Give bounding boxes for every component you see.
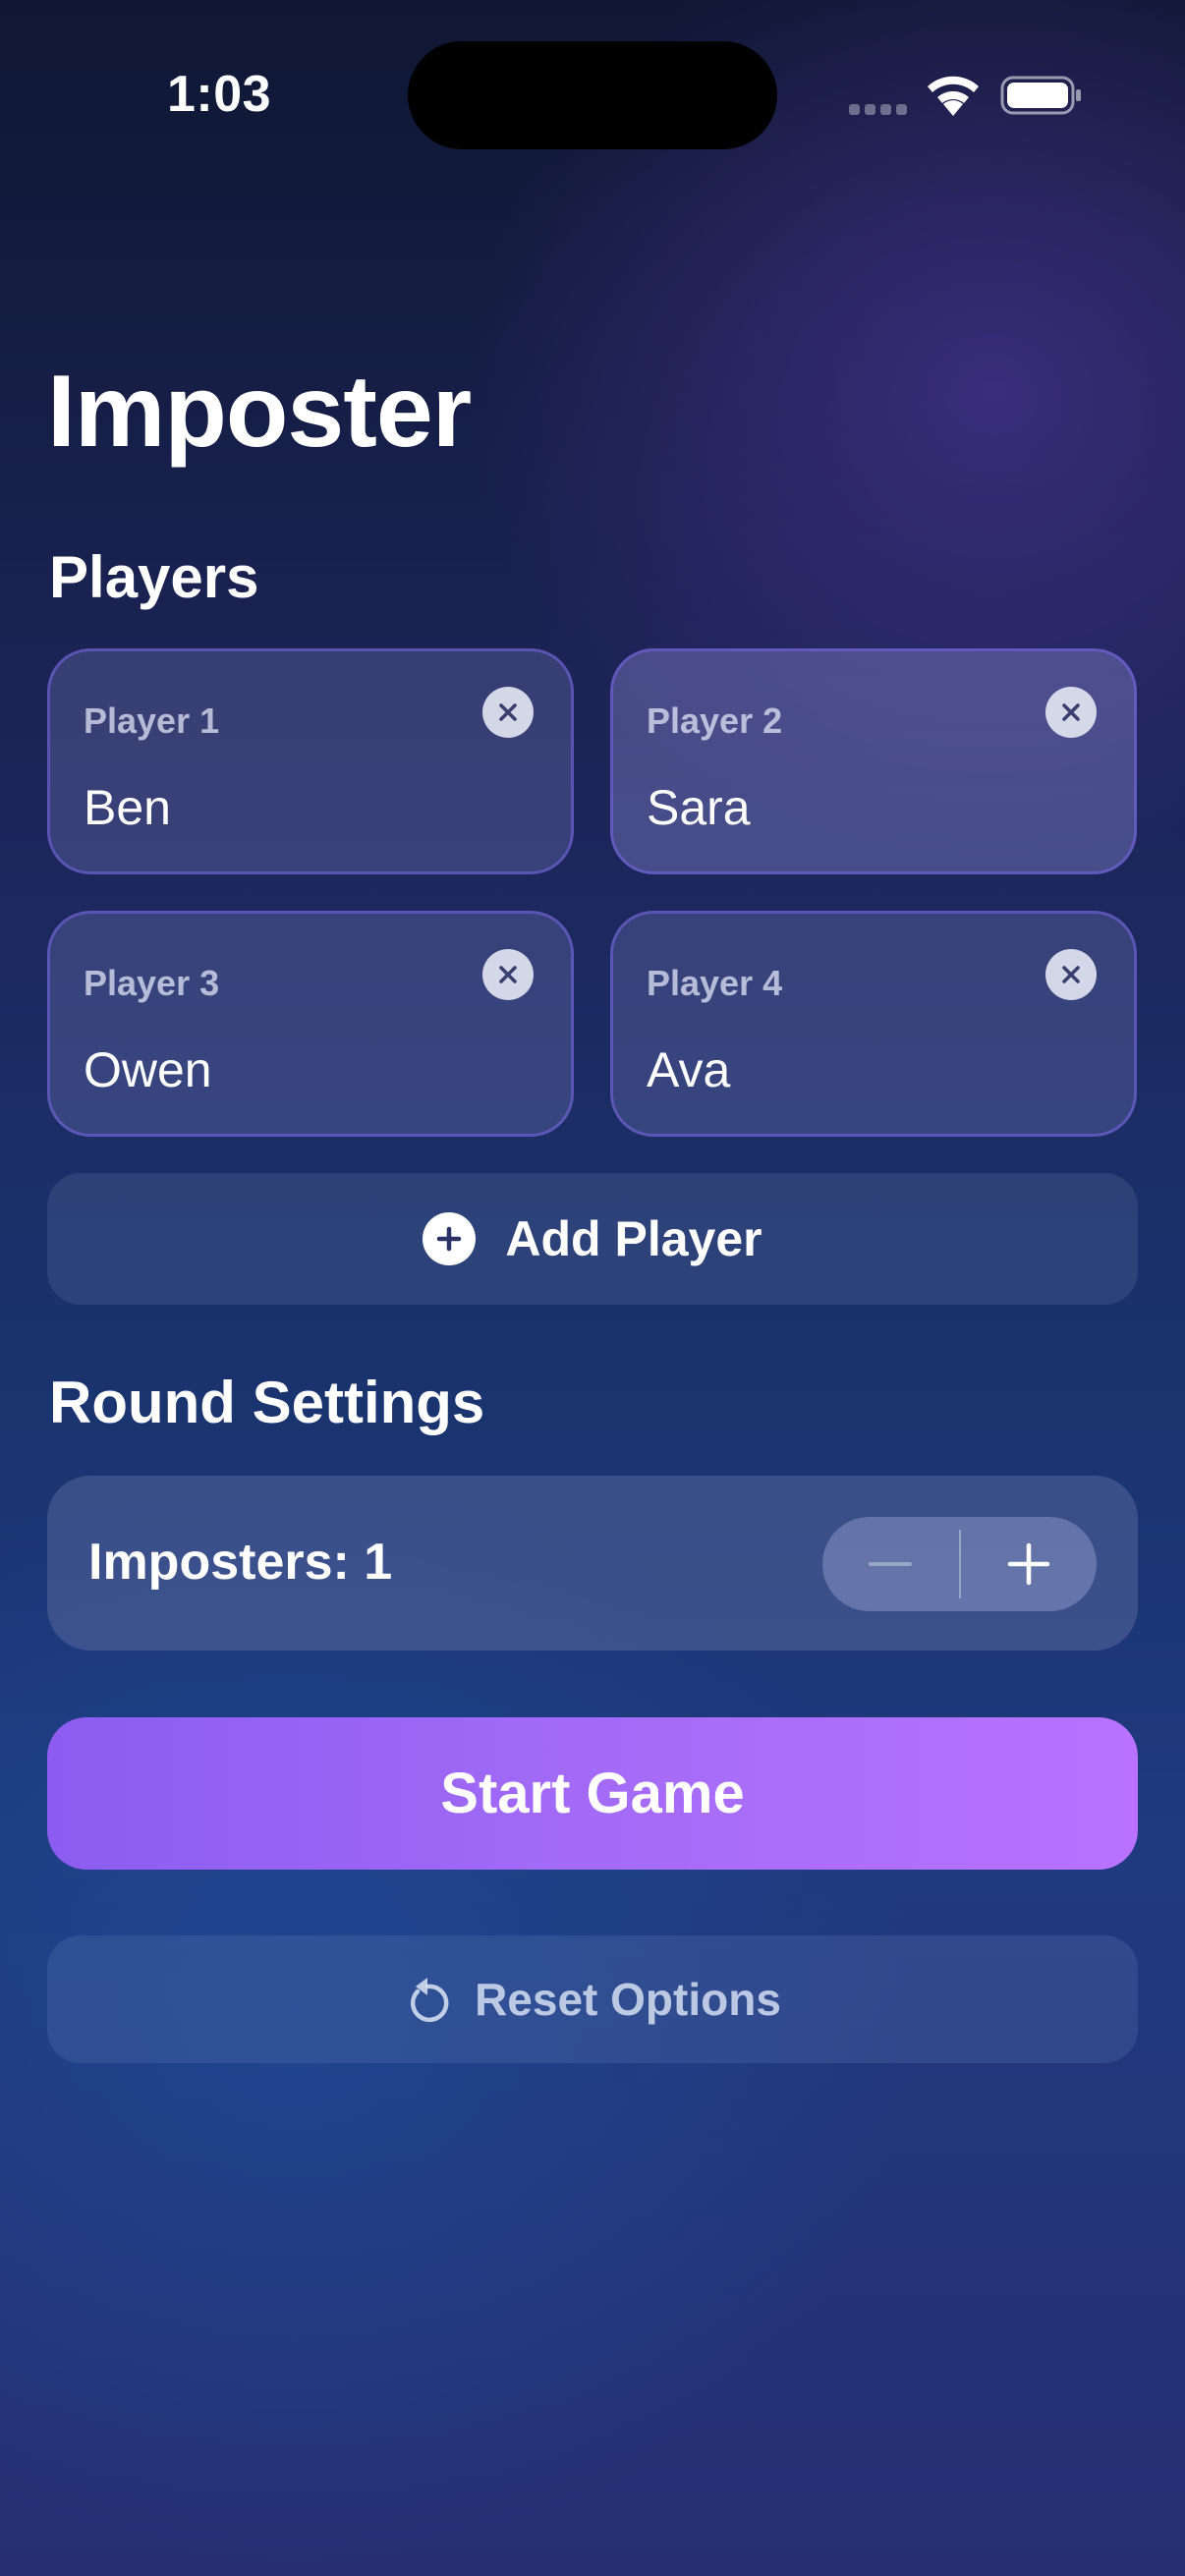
player-card-3[interactable]: Player 3 Owen — [47, 911, 574, 1137]
player-card-2[interactable]: Player 2 Sara — [610, 648, 1137, 874]
player-name-field[interactable]: Owen — [84, 1041, 212, 1098]
player-card-4[interactable]: Player 4 Ava — [610, 911, 1137, 1137]
close-icon — [499, 703, 517, 721]
reset-options-button[interactable]: Reset Options — [47, 1935, 1138, 2063]
close-icon — [1062, 703, 1080, 721]
round-settings-title: Round Settings — [49, 1370, 485, 1435]
minus-icon — [869, 1562, 913, 1566]
remove-player-button[interactable] — [1045, 949, 1097, 1000]
player-label: Player 1 — [84, 700, 220, 741]
close-icon — [499, 966, 517, 983]
reset-options-label: Reset Options — [475, 1974, 781, 2025]
player-name-field[interactable]: Sara — [647, 779, 751, 836]
dynamic-island — [408, 41, 777, 149]
status-bar-time: 1:03 — [167, 66, 272, 123]
page-title: Imposter — [47, 355, 472, 469]
imposters-count-label: Imposters: 1 — [88, 1534, 393, 1591]
remove-player-button[interactable] — [482, 687, 534, 738]
player-card-1[interactable]: Player 1 Ben — [47, 648, 574, 874]
add-player-label: Add Player — [505, 1211, 762, 1266]
wifi-icon — [928, 76, 979, 116]
player-label: Player 4 — [647, 963, 783, 1003]
decrement-button[interactable] — [822, 1517, 959, 1611]
imposters-setting-card: Imposters: 1 — [47, 1476, 1138, 1651]
player-name-field[interactable]: Ava — [647, 1041, 730, 1098]
plus-circle-icon — [423, 1212, 477, 1265]
plus-icon — [1007, 1542, 1049, 1586]
player-label: Player 3 — [84, 963, 220, 1003]
close-icon — [1062, 966, 1080, 983]
battery-icon — [1000, 76, 1081, 115]
remove-player-button[interactable] — [1045, 687, 1097, 738]
cellular-signal-icon — [849, 104, 908, 116]
remove-player-button[interactable] — [482, 949, 534, 1000]
player-label: Player 2 — [647, 700, 783, 741]
add-player-button[interactable]: Add Player — [47, 1173, 1138, 1305]
imposters-stepper[interactable] — [822, 1517, 1097, 1611]
player-name-field[interactable]: Ben — [84, 779, 171, 836]
increment-button[interactable] — [961, 1517, 1098, 1611]
reset-arrow-icon — [411, 1978, 449, 2023]
start-game-button[interactable]: Start Game — [47, 1717, 1138, 1870]
players-section-title: Players — [49, 544, 259, 610]
